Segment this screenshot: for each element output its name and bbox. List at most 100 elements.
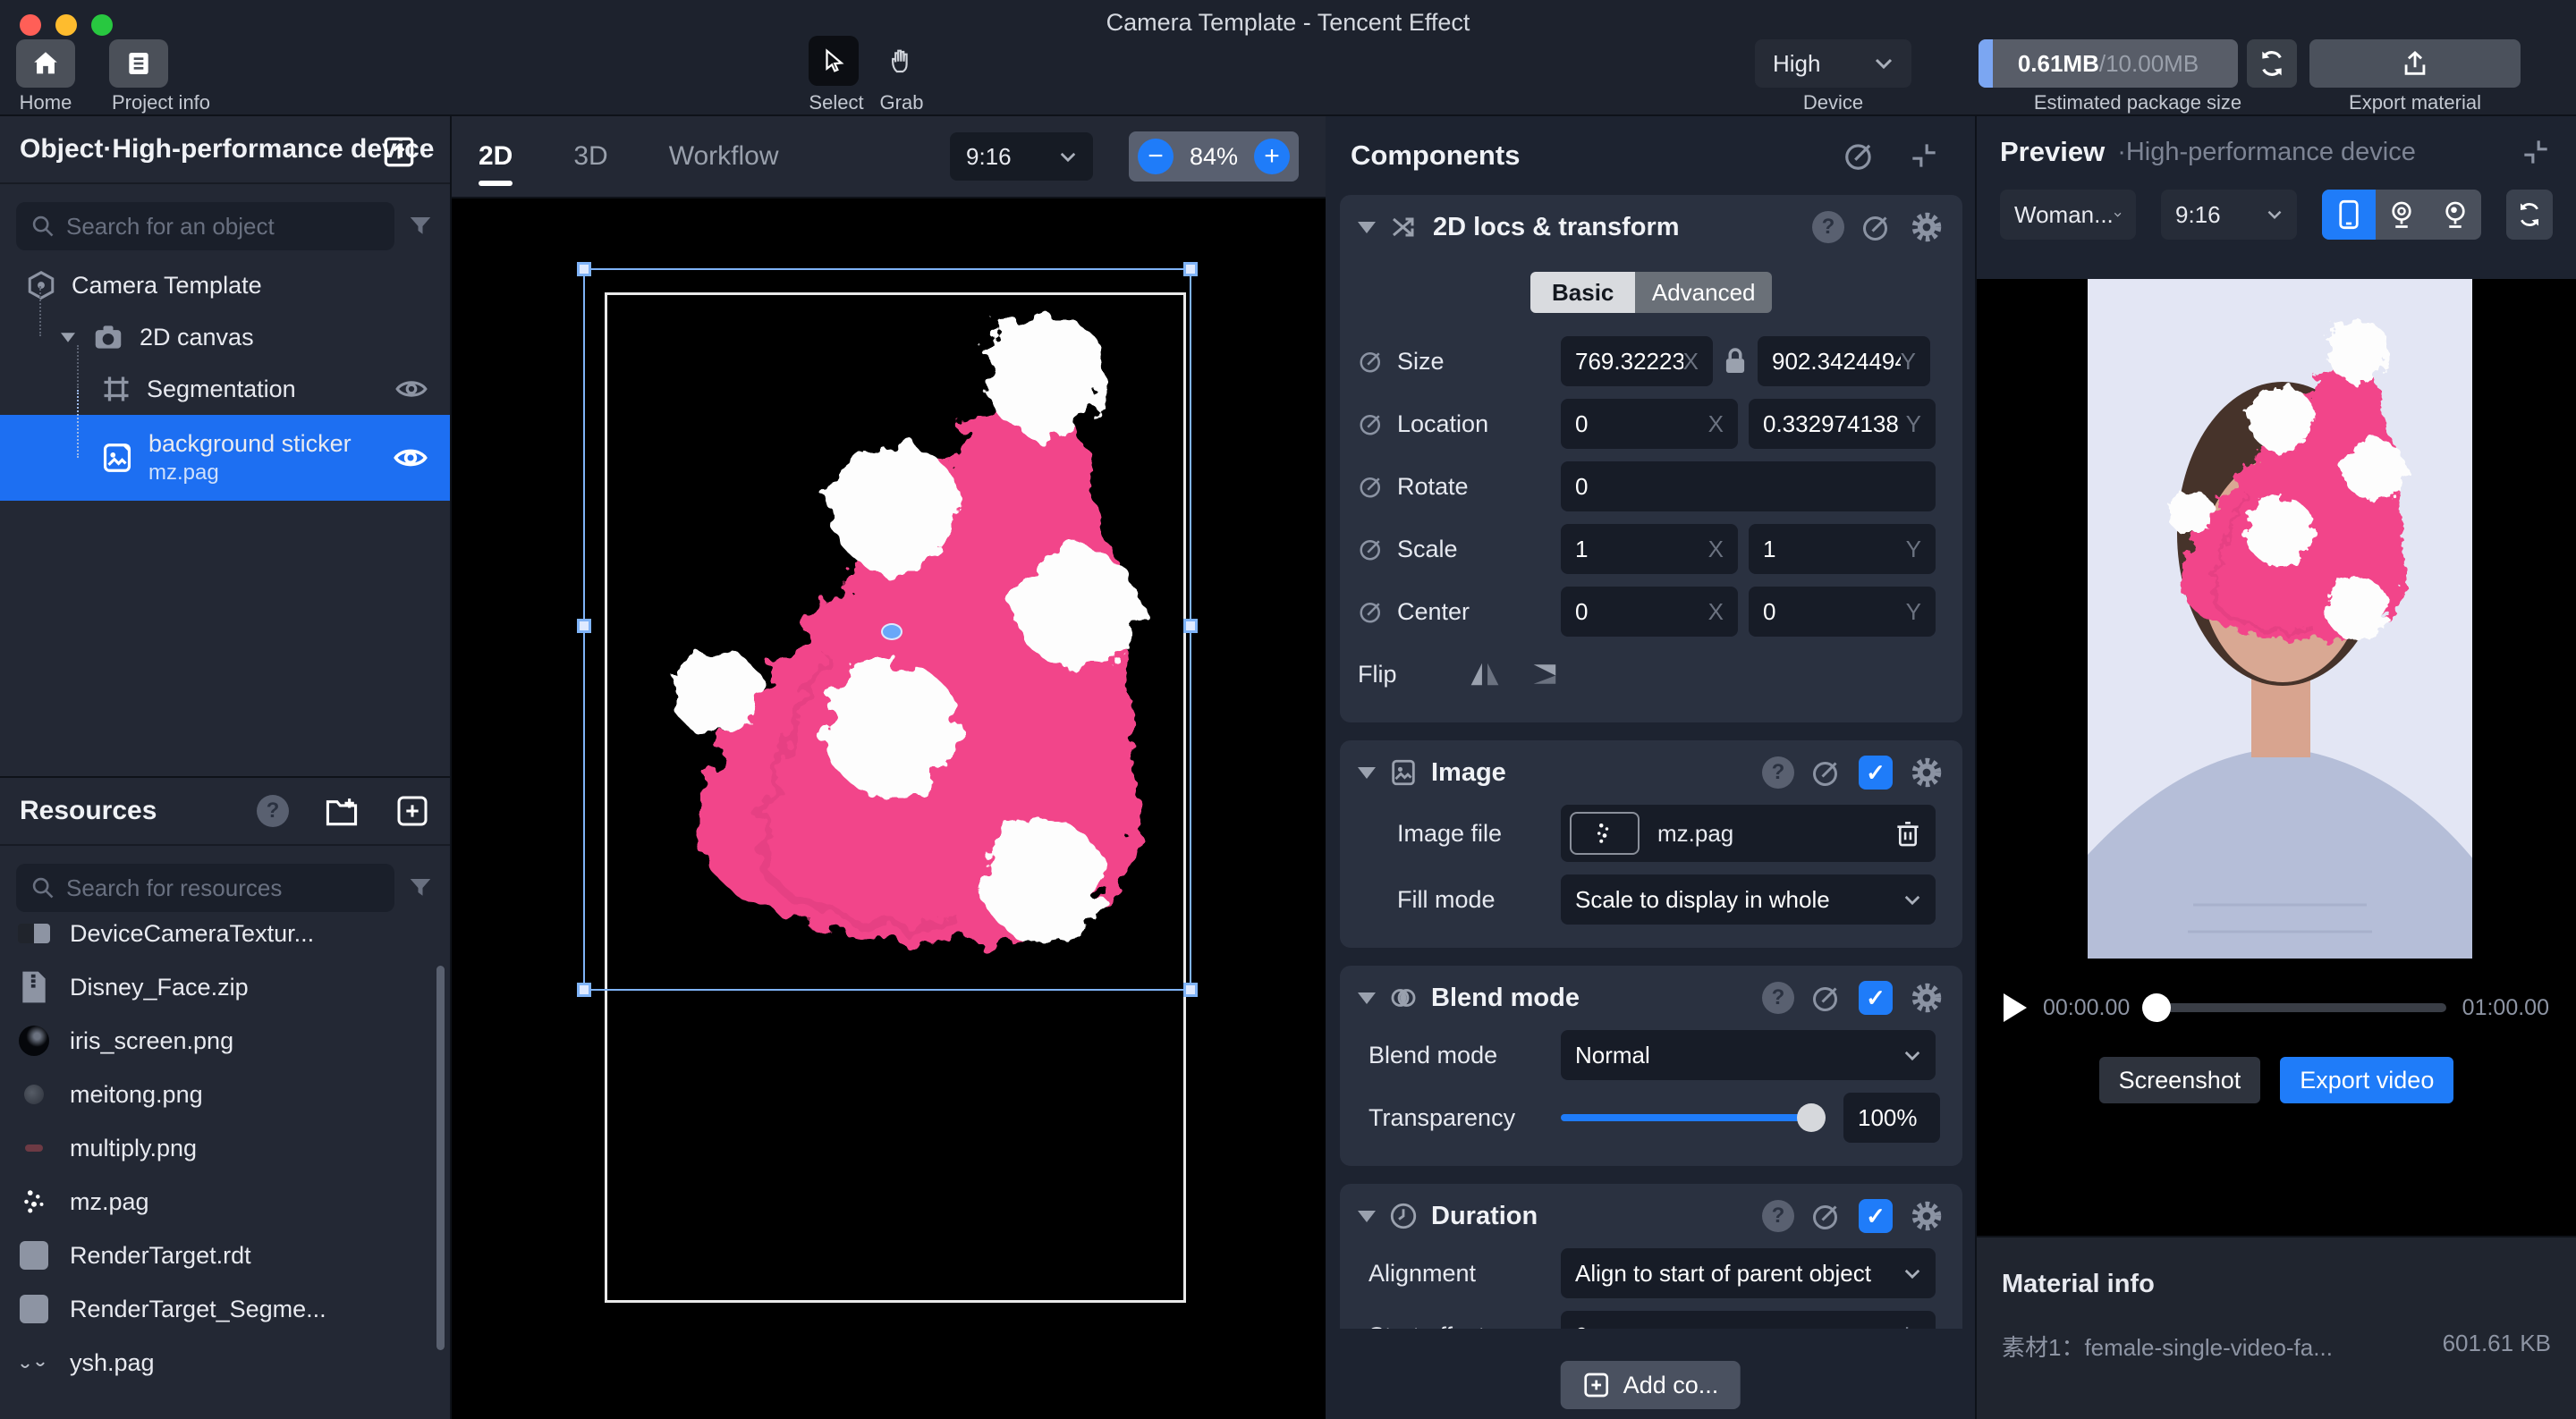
- zoom-out-button[interactable]: −: [1138, 139, 1174, 174]
- reset-icon[interactable]: [1810, 982, 1843, 1014]
- seek-slider[interactable]: [2146, 1003, 2445, 1012]
- screenshot-button[interactable]: Screenshot: [2099, 1057, 2261, 1103]
- tab-advanced[interactable]: Advanced: [1635, 272, 1772, 313]
- enabled-checkbox[interactable]: ✓: [1859, 1199, 1893, 1233]
- collapse-caret-icon[interactable]: [1358, 222, 1376, 233]
- expand-caret-icon[interactable]: [61, 333, 75, 342]
- enabled-checkbox[interactable]: ✓: [1859, 981, 1893, 1015]
- scale-x-input[interactable]: 1X: [1561, 524, 1738, 574]
- canvas-ratio-dropdown[interactable]: 9:16: [950, 132, 1093, 181]
- zoom-in-button[interactable]: +: [1254, 139, 1290, 174]
- device-dropdown[interactable]: High: [1755, 39, 1911, 88]
- size-y-input[interactable]: 902.3424494Y: [1758, 336, 1930, 386]
- help-icon[interactable]: ?: [1762, 756, 1794, 789]
- model-dropdown[interactable]: Woman...: [2000, 190, 2136, 240]
- reset-field-icon[interactable]: [1358, 410, 1385, 437]
- center-x-input[interactable]: 0X: [1561, 587, 1738, 637]
- resize-handle[interactable]: [1183, 983, 1198, 997]
- resource-item[interactable]: meitong.png: [0, 1068, 450, 1121]
- filter-icon[interactable]: [407, 874, 434, 901]
- project-info-button[interactable]: [109, 39, 168, 88]
- location-y-input[interactable]: 0.332974138Y: [1749, 399, 1936, 449]
- gear-icon[interactable]: [1909, 980, 1945, 1016]
- reset-all-icon[interactable]: [1843, 139, 1877, 173]
- resize-handle[interactable]: [577, 262, 591, 276]
- resource-item[interactable]: Disney_Face.zip: [0, 960, 450, 1014]
- object-search[interactable]: [16, 202, 394, 250]
- package-refresh-button[interactable]: [2247, 39, 2297, 88]
- anchor-point[interactable]: [881, 623, 902, 640]
- home-button[interactable]: [16, 39, 75, 88]
- reset-icon[interactable]: [1810, 756, 1843, 789]
- flip-vertical-icon[interactable]: [1530, 658, 1565, 690]
- flip-horizontal-icon[interactable]: [1467, 658, 1503, 690]
- resize-handle[interactable]: [577, 619, 591, 633]
- seek-knob[interactable]: [2142, 993, 2171, 1022]
- visibility-eye-icon[interactable]: [394, 376, 428, 402]
- collapse-caret-icon[interactable]: [1358, 767, 1376, 779]
- reset-field-icon[interactable]: [1358, 536, 1385, 562]
- slider-knob[interactable]: [1797, 1103, 1826, 1132]
- tree-item-2d-canvas[interactable]: 2D canvas: [0, 311, 450, 363]
- resource-item[interactable]: DeviceCameraTextur...: [0, 921, 450, 960]
- resource-item[interactable]: multiply.png: [0, 1121, 450, 1175]
- resources-help-icon[interactable]: ?: [257, 795, 289, 827]
- scale-y-input[interactable]: 1Y: [1749, 524, 1936, 574]
- reset-field-icon[interactable]: [1358, 473, 1385, 500]
- location-x-input[interactable]: 0X: [1561, 399, 1738, 449]
- resource-item[interactable]: RenderTarget_Segme...: [0, 1282, 450, 1336]
- resources-search-input[interactable]: [66, 874, 380, 902]
- filter-icon[interactable]: [407, 213, 434, 240]
- collapse-caret-icon[interactable]: [1358, 1211, 1376, 1222]
- lock-icon[interactable]: [1724, 347, 1747, 376]
- reset-icon[interactable]: [1810, 1200, 1843, 1232]
- reset-icon[interactable]: [1860, 211, 1893, 243]
- rotate-input[interactable]: 0: [1561, 461, 1936, 511]
- resize-handle[interactable]: [1183, 619, 1198, 633]
- gear-icon[interactable]: [1909, 1198, 1945, 1234]
- resources-scrollbar[interactable]: [436, 966, 445, 1350]
- tab-workflow[interactable]: Workflow: [669, 125, 779, 188]
- transparency-value[interactable]: 100%: [1843, 1093, 1940, 1143]
- resize-handle[interactable]: [577, 983, 591, 997]
- resources-search[interactable]: [16, 864, 394, 912]
- fill-mode-dropdown[interactable]: Scale to display in whole: [1561, 874, 1936, 925]
- start-offset-input[interactable]: 0seconds: [1561, 1311, 1936, 1329]
- resource-item[interactable]: ysh.pag: [0, 1336, 450, 1389]
- canvas-viewport[interactable]: [452, 198, 1326, 1419]
- visibility-eye-icon[interactable]: [393, 443, 428, 472]
- play-button[interactable]: [2004, 993, 2027, 1022]
- webcam-source-button[interactable]: [2376, 190, 2428, 240]
- export-package-button[interactable]: [2309, 39, 2521, 88]
- tree-item-camera-template[interactable]: Camera Template: [0, 259, 450, 311]
- alignment-dropdown[interactable]: Align to start of parent object: [1561, 1248, 1936, 1298]
- select-tool-button[interactable]: [809, 36, 859, 86]
- help-icon[interactable]: ?: [1812, 211, 1844, 243]
- collapse-panel-icon[interactable]: [2519, 135, 2553, 169]
- image-file-field[interactable]: mz.pag: [1561, 805, 1936, 862]
- object-search-input[interactable]: [66, 213, 380, 241]
- add-resource-icon[interactable]: [394, 793, 430, 829]
- gear-icon[interactable]: [1909, 755, 1945, 790]
- tab-basic[interactable]: Basic: [1530, 272, 1635, 313]
- resource-item[interactable]: mz.pag: [0, 1175, 450, 1229]
- trash-icon[interactable]: [1894, 819, 1921, 848]
- reset-field-icon[interactable]: [1358, 348, 1385, 375]
- preview-refresh-button[interactable]: [2506, 190, 2553, 240]
- tab-2d[interactable]: 2D: [479, 125, 513, 188]
- tree-item-background-sticker[interactable]: background sticker mz.pag: [0, 415, 450, 501]
- export-video-button[interactable]: Export video: [2280, 1057, 2453, 1103]
- resource-item[interactable]: iris_screen.png: [0, 1014, 450, 1068]
- tab-3d[interactable]: 3D: [573, 125, 607, 188]
- resource-item[interactable]: RenderTarget.rdt: [0, 1229, 450, 1282]
- webcam2-source-button[interactable]: [2428, 190, 2481, 240]
- reset-field-icon[interactable]: [1358, 598, 1385, 625]
- transparency-slider[interactable]: [1561, 1114, 1820, 1121]
- size-x-input[interactable]: 769.3222354X: [1561, 336, 1713, 386]
- new-folder-icon[interactable]: [323, 794, 360, 828]
- gear-icon[interactable]: [1909, 209, 1945, 245]
- blend-mode-dropdown[interactable]: Normal: [1561, 1030, 1936, 1080]
- center-y-input[interactable]: 0Y: [1749, 587, 1936, 637]
- phone-source-button[interactable]: [2322, 190, 2375, 240]
- preview-ratio-dropdown[interactable]: 9:16: [2161, 190, 2297, 240]
